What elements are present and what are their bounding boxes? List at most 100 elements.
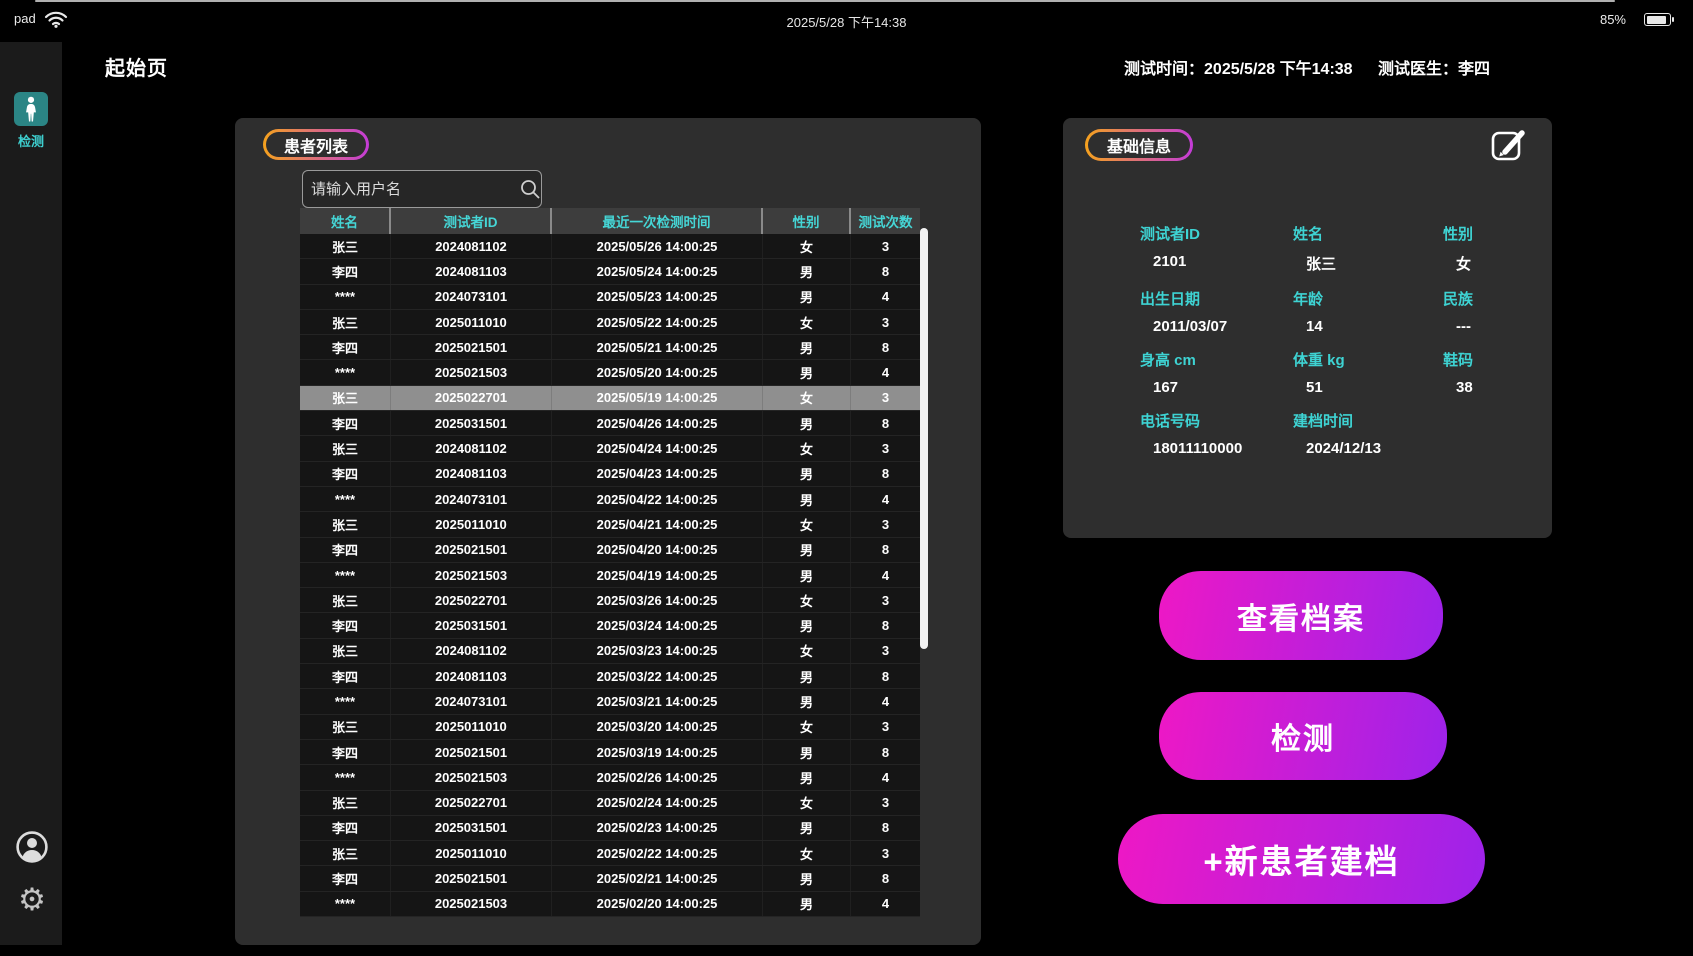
info-field-value: 14 bbox=[1306, 318, 1443, 335]
column-header-name: 姓名 bbox=[300, 208, 391, 234]
cell-name: 李四 bbox=[300, 613, 391, 637]
table-row[interactable]: 李四20250215012025/05/21 14:00:25男8 bbox=[300, 335, 920, 360]
cell-tester-id: 2025021501 bbox=[391, 538, 552, 562]
info-field-value: --- bbox=[1456, 318, 1540, 335]
cell-gender: 男 bbox=[763, 285, 851, 309]
table-row[interactable]: 张三20240811022025/05/26 14:00:25女3 bbox=[300, 234, 920, 259]
table-row[interactable]: 张三20250227012025/05/19 14:00:25女3 bbox=[300, 386, 920, 411]
table-row[interactable]: 张三20250110102025/03/20 14:00:25女3 bbox=[300, 715, 920, 740]
battery-percent: 85% bbox=[1580, 12, 1626, 27]
table-row[interactable]: 张三20240811022025/03/23 14:00:25女3 bbox=[300, 639, 920, 664]
test-time-value: 2025/5/28 下午14:38 bbox=[1204, 61, 1353, 78]
cell-name: 张三 bbox=[300, 234, 391, 258]
cell-tester-id: 2025022701 bbox=[391, 386, 552, 410]
table-row[interactable]: ****20250215032025/02/20 14:00:25男4 bbox=[300, 892, 920, 917]
status-bar: pad 2025/5/28 下午14:38 85% bbox=[0, 0, 1693, 38]
info-field-label: 体重 kg bbox=[1293, 349, 1443, 370]
battery-icon bbox=[1644, 13, 1671, 26]
settings-button[interactable]: ⚙ bbox=[15, 882, 49, 918]
info-field-label: 建档时间 bbox=[1293, 410, 1443, 431]
page-title: 起始页 bbox=[105, 52, 168, 81]
table-row[interactable]: ****20250215032025/05/20 14:00:25男4 bbox=[300, 360, 920, 385]
cell-last-test-time: 2025/04/22 14:00:25 bbox=[552, 487, 763, 511]
cell-tester-id: 2024081103 bbox=[391, 664, 552, 688]
gear-icon: ⚙ bbox=[18, 882, 46, 917]
table-row[interactable]: 李四20250315012025/04/26 14:00:25男8 bbox=[300, 411, 920, 436]
cell-name: 张三 bbox=[300, 791, 391, 815]
profile-icon bbox=[15, 830, 49, 864]
table-row[interactable]: 张三20250110102025/02/22 14:00:25女3 bbox=[300, 841, 920, 866]
cell-last-test-time: 2025/03/21 14:00:25 bbox=[552, 689, 763, 713]
search-icon[interactable] bbox=[518, 178, 541, 200]
table-row[interactable]: 张三20250227012025/03/26 14:00:25女3 bbox=[300, 588, 920, 613]
info-field-value: 女 bbox=[1456, 253, 1540, 274]
cell-test-count: 3 bbox=[851, 310, 920, 334]
info-field: 出生日期2011/03/07 bbox=[1140, 288, 1293, 335]
status-datetime: 2025/5/28 下午14:38 bbox=[0, 12, 1693, 31]
cell-gender: 女 bbox=[763, 841, 851, 865]
info-field-value: 18011110000 bbox=[1153, 440, 1293, 457]
table-row[interactable]: ****20240731012025/03/21 14:00:25男4 bbox=[300, 689, 920, 714]
cell-tester-id: 2025021501 bbox=[391, 866, 552, 890]
cell-tester-id: 2024073101 bbox=[391, 285, 552, 309]
cell-last-test-time: 2025/05/20 14:00:25 bbox=[552, 360, 763, 384]
info-field-value: 2024/12/13 bbox=[1306, 440, 1443, 457]
new-patient-button[interactable]: +新患者建档 bbox=[1118, 814, 1485, 904]
cell-gender: 男 bbox=[763, 259, 851, 283]
table-row[interactable]: 李四20240811032025/04/23 14:00:25男8 bbox=[300, 462, 920, 487]
table-row[interactable]: ****20250215032025/02/26 14:00:25男4 bbox=[300, 765, 920, 790]
cell-last-test-time: 2025/05/26 14:00:25 bbox=[552, 234, 763, 258]
table-row[interactable]: 张三20250110102025/04/21 14:00:25女3 bbox=[300, 512, 920, 537]
cell-gender: 女 bbox=[763, 791, 851, 815]
table-row[interactable]: ****20240731012025/05/23 14:00:25男4 bbox=[300, 285, 920, 310]
cell-last-test-time: 2025/02/21 14:00:25 bbox=[552, 866, 763, 890]
basic-info-grid: 测试者ID2101姓名张三性别女出生日期2011/03/07年龄14民族---身… bbox=[1140, 223, 1540, 457]
cell-test-count: 8 bbox=[851, 664, 920, 688]
sidebar-item-detect[interactable] bbox=[14, 92, 48, 126]
info-field-label: 身高 cm bbox=[1140, 349, 1293, 370]
table-row[interactable]: 李四20240811032025/05/24 14:00:25男8 bbox=[300, 259, 920, 284]
table-row[interactable]: 张三20250110102025/05/22 14:00:25女3 bbox=[300, 310, 920, 335]
cell-tester-id: 2024081102 bbox=[391, 639, 552, 663]
app-screen: pad 2025/5/28 下午14:38 85% 检测 bbox=[0, 0, 1693, 956]
sidebar-item-detect-label: 检测 bbox=[0, 131, 62, 150]
table-scrollbar-thumb[interactable] bbox=[920, 228, 928, 649]
info-field: 民族--- bbox=[1443, 288, 1540, 335]
cell-test-count: 4 bbox=[851, 892, 920, 916]
table-row[interactable]: ****20240731012025/04/22 14:00:25男4 bbox=[300, 487, 920, 512]
search-input[interactable] bbox=[303, 181, 518, 198]
table-row[interactable]: ****20250215032025/04/19 14:00:25男4 bbox=[300, 563, 920, 588]
table-row[interactable]: 李四20250215012025/02/21 14:00:25男8 bbox=[300, 866, 920, 891]
edit-patient-button[interactable] bbox=[1489, 124, 1531, 164]
column-header-test-count: 测试次数 bbox=[851, 208, 920, 234]
cell-gender: 男 bbox=[763, 335, 851, 359]
table-row[interactable]: 李四20250215012025/03/19 14:00:25男8 bbox=[300, 740, 920, 765]
cell-gender: 女 bbox=[763, 436, 851, 460]
cell-tester-id: 2025021501 bbox=[391, 335, 552, 359]
cell-test-count: 4 bbox=[851, 487, 920, 511]
cell-last-test-time: 2025/02/24 14:00:25 bbox=[552, 791, 763, 815]
detect-button[interactable]: 检测 bbox=[1159, 692, 1447, 780]
cell-test-count: 3 bbox=[851, 386, 920, 410]
info-field-value: 167 bbox=[1153, 379, 1293, 396]
cell-last-test-time: 2025/02/20 14:00:25 bbox=[552, 892, 763, 916]
info-field: 性别女 bbox=[1443, 223, 1540, 274]
cell-test-count: 8 bbox=[851, 613, 920, 637]
table-row[interactable]: 李四20250215012025/04/20 14:00:25男8 bbox=[300, 538, 920, 563]
cell-gender: 男 bbox=[763, 664, 851, 688]
cell-tester-id: 2024073101 bbox=[391, 689, 552, 713]
table-row[interactable]: 李四20240811032025/03/22 14:00:25男8 bbox=[300, 664, 920, 689]
table-row[interactable]: 李四20250315012025/03/24 14:00:25男8 bbox=[300, 613, 920, 638]
cell-name: **** bbox=[300, 689, 391, 713]
table-row[interactable]: 张三20250227012025/02/24 14:00:25女3 bbox=[300, 791, 920, 816]
cell-last-test-time: 2025/02/22 14:00:25 bbox=[552, 841, 763, 865]
view-archive-button[interactable]: 查看档案 bbox=[1159, 571, 1443, 660]
table-row[interactable]: 李四20250315012025/02/23 14:00:25男8 bbox=[300, 816, 920, 841]
profile-button[interactable] bbox=[15, 830, 49, 864]
cell-name: **** bbox=[300, 563, 391, 587]
table-row[interactable]: 张三20240811022025/04/24 14:00:25女3 bbox=[300, 436, 920, 461]
test-time-label: 测试时间： bbox=[1124, 61, 1204, 78]
cell-name: 张三 bbox=[300, 310, 391, 334]
sidebar bbox=[0, 42, 62, 945]
test-time: 测试时间：2025/5/28 下午14:38 bbox=[1124, 55, 1353, 79]
